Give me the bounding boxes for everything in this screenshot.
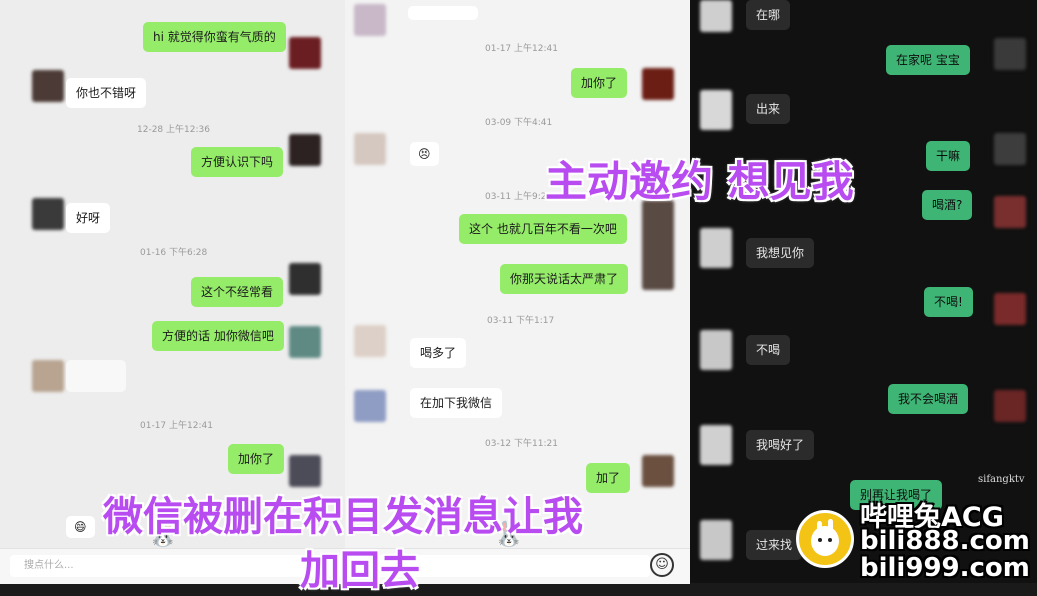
message-bubble[interactable]: 加你了: [571, 68, 628, 98]
avatar[interactable]: [994, 196, 1026, 228]
avatar[interactable]: [289, 263, 321, 295]
avatar[interactable]: [32, 198, 64, 230]
avatar[interactable]: [700, 425, 732, 465]
avatar[interactable]: [700, 90, 732, 130]
avatar[interactable]: [994, 38, 1026, 70]
avatar[interactable]: [289, 326, 321, 358]
message-bubble[interactable]: 喝多了: [410, 338, 467, 368]
message-bubble[interactable]: 不喝: [746, 335, 791, 365]
avatar[interactable]: [700, 520, 732, 560]
timestamp: 03-09 下午4:41: [485, 118, 553, 128]
message-bubble[interactable]: 好呀: [66, 203, 111, 233]
message-bubble[interactable]: 我想见你: [746, 238, 815, 268]
timestamp: 01-17 上午12:41: [140, 421, 213, 431]
message-bubble[interactable]: 😄: [66, 516, 95, 538]
timestamp: 03-12 下午11:21: [485, 439, 558, 449]
message-bubble[interactable]: 在哪: [746, 0, 791, 30]
caption-top: 主动邀约 想见我: [545, 157, 854, 206]
avatar[interactable]: [354, 133, 386, 165]
watermark-line3: bili999.com: [860, 553, 1030, 583]
message-bubble[interactable]: 我喝好了: [746, 430, 815, 460]
message-bubble[interactable]: 这个不经常看: [191, 277, 284, 307]
message-bubble[interactable]: 干嘛: [926, 141, 971, 171]
message-bubble[interactable]: 你也不错呀: [66, 78, 147, 108]
caption-bottom-line1: 微信被删在积目发消息让我: [103, 494, 583, 540]
avatar[interactable]: [289, 455, 321, 487]
message-bubble[interactable]: 方便认识下吗: [191, 147, 284, 177]
avatar[interactable]: [354, 390, 386, 422]
timestamp: 03-11 下午1:17: [487, 316, 555, 326]
message-bubble[interactable]: 在加下我微信: [410, 388, 503, 418]
message-bubble[interactable]: 喝酒?: [922, 190, 973, 220]
avatar[interactable]: [289, 37, 321, 69]
bili-logo-icon: [796, 510, 854, 568]
message-bubble[interactable]: [408, 6, 478, 20]
message-bubble[interactable]: 过来找: [746, 530, 803, 560]
watermark-line2: bili888.com: [860, 526, 1030, 556]
timestamp: 12-28 上午12:36: [137, 125, 210, 135]
message-bubble[interactable]: hi 就觉得你蛮有气质的: [143, 22, 286, 52]
message-bubble[interactable]: 不喝!: [924, 287, 973, 317]
avatar[interactable]: [994, 390, 1026, 422]
message-bubble[interactable]: 你那天说话太严肃了: [500, 264, 629, 294]
caption-bottom-line2: 加回去: [300, 548, 420, 594]
timestamp: 01-17 上午12:41: [485, 44, 558, 54]
avatar[interactable]: [32, 70, 64, 102]
avatar[interactable]: [32, 360, 64, 392]
avatar[interactable]: [642, 200, 674, 290]
avatar[interactable]: [994, 133, 1026, 165]
smiley-icon[interactable]: ☺: [650, 553, 674, 577]
source-tag: sifangktv: [978, 474, 1025, 485]
message-bubble[interactable]: 加了: [586, 463, 631, 493]
avatar[interactable]: [289, 134, 321, 166]
message-bubble[interactable]: 加你了: [228, 444, 285, 474]
avatar[interactable]: [642, 68, 674, 100]
message-bubble[interactable]: 我不会喝酒: [888, 384, 969, 414]
message-bubble[interactable]: [66, 360, 126, 392]
avatar[interactable]: [700, 0, 732, 32]
avatar[interactable]: [354, 325, 386, 357]
avatar[interactable]: [642, 455, 674, 487]
timestamp: 01-16 下午6:28: [140, 248, 208, 258]
message-bubble[interactable]: 出来: [746, 94, 791, 124]
avatar[interactable]: [700, 330, 732, 370]
avatar[interactable]: [354, 4, 386, 36]
message-bubble[interactable]: 😣: [410, 142, 439, 166]
message-bubble[interactable]: 方便的话 加你微信吧: [152, 321, 284, 351]
message-bubble[interactable]: 在家呢 宝宝: [886, 45, 970, 75]
avatar[interactable]: [700, 228, 732, 268]
message-bubble[interactable]: 这个 也就几百年不看一次吧: [459, 214, 627, 244]
timestamp: 03-11 上午9:2: [485, 192, 547, 202]
avatar[interactable]: [994, 293, 1026, 325]
